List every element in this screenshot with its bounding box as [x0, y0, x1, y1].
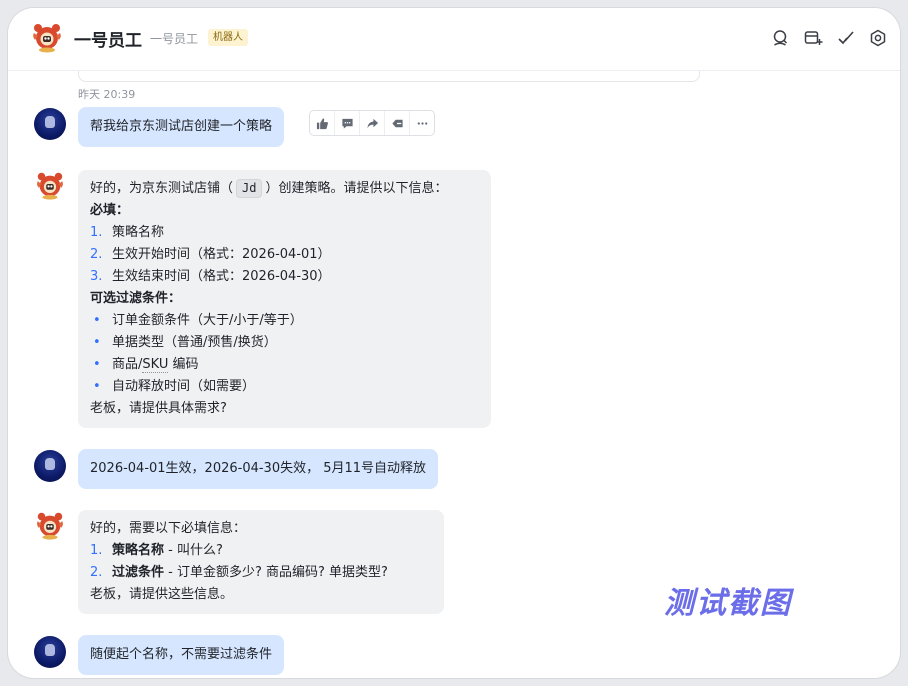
list-item: • 商品/SKU 编码 [90, 354, 479, 376]
bot-avatar[interactable] [34, 169, 66, 201]
list-text: 策略名称 [112, 225, 165, 240]
message-actions-toolbar [309, 110, 435, 136]
message-intro: 好的，需要以下必填信息： [90, 521, 247, 536]
store-code: Jd [236, 179, 263, 198]
previous-message-card [78, 71, 700, 82]
intro-text: ）创建策略。请提供以下信息： [265, 181, 448, 196]
list-number: 1. [90, 543, 103, 558]
list-item: 2. 过滤条件 - 订单金额多少? 商品编码? 单据类型? [90, 562, 432, 584]
timestamp: 昨天 20:39 [78, 88, 136, 101]
list-text: - 叫什么? [164, 543, 223, 558]
task-check-icon[interactable] [836, 28, 856, 48]
user-message: 2026-04-01生效，2026-04-30失效， 5月11号自动释放 [78, 449, 439, 489]
bot-avatar[interactable] [30, 20, 64, 54]
chat-header: 一号员工 一号员工 机器人 [8, 8, 900, 71]
list-text: 编码 [168, 357, 199, 372]
list-number: 1. [90, 225, 103, 240]
user-avatar[interactable] [34, 636, 66, 668]
list-item: • 单据类型（普通/预售/换货） [90, 332, 479, 354]
underlined-term[interactable]: SKU [142, 357, 169, 373]
list-number: 3. [90, 269, 103, 284]
list-number: 2. [90, 565, 103, 580]
user-message: 帮我给京东测试店创建一个策略 [78, 107, 285, 147]
bot-message: 好的，为京东测试店铺（ Jd ）创建策略。请提供以下信息： 必填： 1. 策略名称 2… [78, 170, 491, 428]
thumbs-up-icon[interactable] [310, 111, 335, 135]
user-avatar[interactable] [34, 450, 66, 482]
list-item: 3. 生效结束时间（格式：2026-04-30） [90, 266, 479, 288]
message-closing: 老板，请提供具体需求? [90, 401, 227, 416]
search-chat-icon[interactable] [770, 28, 790, 48]
list-item: 1. 策略名称 [90, 222, 479, 244]
list-item: • 订单金额条件（大于/小于/等于） [90, 310, 479, 332]
add-tab-icon[interactable] [803, 28, 823, 48]
bot-avatar[interactable] [34, 509, 66, 541]
list-bullet: • [93, 379, 101, 394]
watermark: 测试截图 [664, 586, 792, 621]
list-item: • 自动释放时间（如需要） [90, 376, 479, 398]
list-bold-text: 策略名称 [112, 543, 165, 558]
message-intro: 好的，为京东测试店铺（ Jd ）创建策略。请提供以下信息： [90, 178, 479, 200]
bot-message: 好的，需要以下必填信息： 1. 策略名称 - 叫什么? 2. 过滤条件 - 订单金额… [78, 510, 444, 614]
user-message: 随便起个名称，不需要过滤条件 [78, 635, 285, 675]
list-text: 生效开始时间（格式：2026-04-01） [112, 247, 331, 262]
list-number: 2. [90, 247, 103, 262]
required-title: 必填： [90, 203, 130, 218]
comment-icon[interactable] [335, 111, 360, 135]
list-item: 1. 策略名称 - 叫什么? [90, 540, 432, 562]
list-text: 商品/ [112, 357, 143, 372]
user-avatar[interactable] [34, 108, 66, 140]
list-bullet: • [93, 313, 101, 328]
optional-title: 可选过滤条件： [90, 291, 182, 306]
list-text: 生效结束时间（格式：2026-04-30） [112, 269, 331, 284]
forward-icon[interactable] [360, 111, 385, 135]
list-bullet: • [93, 357, 101, 372]
settings-gear-icon[interactable] [868, 28, 888, 48]
chat-title: 一号员工 [74, 31, 142, 51]
list-bold-text: 过滤条件 [112, 565, 165, 580]
list-bullet: • [93, 335, 101, 350]
list-text: 单据类型（普通/预售/换货） [112, 335, 277, 350]
intro-text: 好的，为京东测试店铺（ [90, 181, 234, 196]
list-text: - 订单金额多少? 商品编码? 单据类型? [164, 565, 388, 580]
pin-icon[interactable] [385, 111, 410, 135]
message-closing: 老板，请提供这些信息。 [90, 587, 234, 602]
list-text: 自动释放时间（如需要） [112, 379, 256, 394]
robot-badge: 机器人 [208, 29, 248, 46]
list-text: 订单金额条件（大于/小于/等于） [112, 313, 303, 328]
list-item: 2. 生效开始时间（格式：2026-04-01） [90, 244, 479, 266]
chat-subtitle: 一号员工 [150, 32, 199, 46]
more-icon[interactable] [410, 111, 434, 135]
